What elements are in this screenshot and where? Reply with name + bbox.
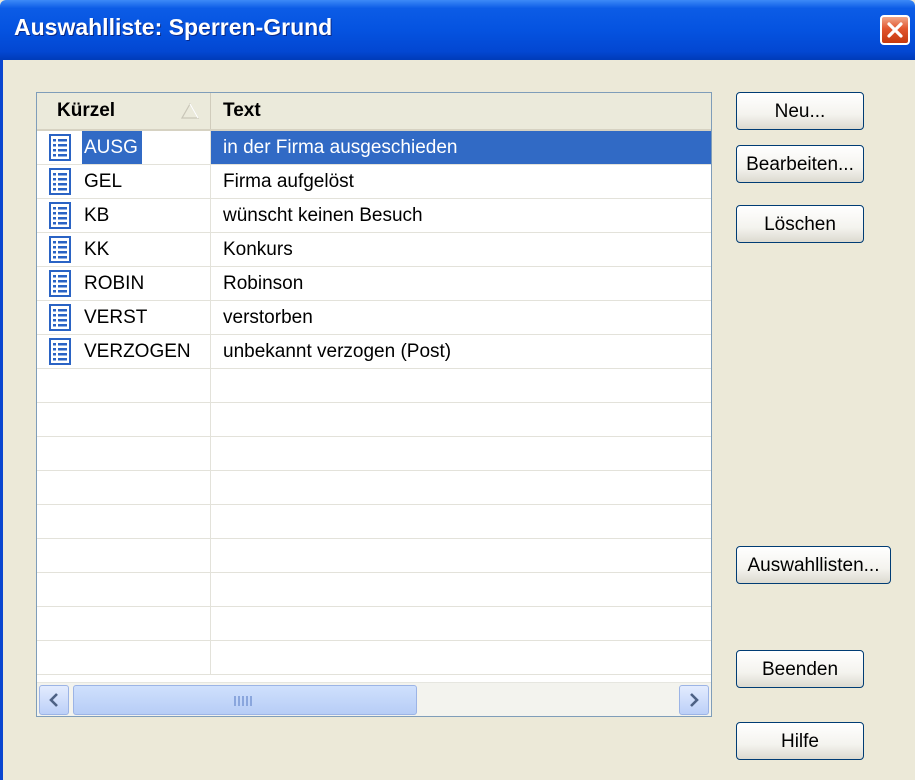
cell-kuerzel: ROBIN [37,267,211,300]
column-header-text[interactable]: Text [211,93,711,129]
empty-row [37,437,711,471]
scroll-left-button[interactable] [39,685,69,715]
cell-text: Firma aufgelöst [211,165,711,198]
cell-text: verstorben [211,301,711,334]
delete-button[interactable]: Löschen [736,205,864,243]
list-rows: AUSG in der Firma ausgeschieden GEL Firm… [37,131,711,675]
close-icon [887,22,903,38]
text-value: Firma aufgelöst [223,171,354,192]
kuerzel-value: ROBIN [84,273,145,294]
cell-kuerzel: AUSG [37,131,211,164]
close-button[interactable] [880,15,910,45]
kuerzel-value: VERST [84,307,148,328]
cell-kuerzel: KB [37,199,211,232]
table-row[interactable]: ROBIN Robinson [37,267,711,301]
sort-ascending-icon [181,103,199,119]
cell-kuerzel: KK [37,233,211,266]
column-header-text-label: Text [223,100,261,121]
empty-row [37,505,711,539]
empty-row [37,607,711,641]
empty-row [37,369,711,403]
selection-list[interactable]: Kürzel Text AUSG in der Firma ausgeschie… [36,92,712,717]
title-bar: Auswahlliste: Sperren-Grund [0,0,915,60]
empty-cell [37,471,211,504]
column-header-kuerzel[interactable]: Kürzel [37,93,211,129]
table-row[interactable]: AUSG in der Firma ausgeschieden [37,131,711,165]
cell-text: wünscht keinen Besuch [211,199,711,232]
text-value: wünscht keinen Besuch [223,205,423,226]
selection-lists-button[interactable]: Auswahllisten... [736,546,891,584]
scroll-right-button[interactable] [679,685,709,715]
edit-button[interactable]: Bearbeiten... [736,145,864,183]
kuerzel-value: GEL [84,171,123,192]
kuerzel-value: AUSG [82,131,142,164]
kuerzel-value: VERZOGEN [84,341,191,362]
empty-cell [37,573,211,606]
table-row[interactable]: GEL Firma aufgelöst [37,165,711,199]
text-value: Konkurs [223,239,293,260]
cell-text: in der Firma ausgeschieden [211,131,711,164]
table-row[interactable]: VERST verstorben [37,301,711,335]
table-row[interactable]: KK Konkurs [37,233,711,267]
text-value: Robinson [223,273,304,294]
horizontal-scrollbar[interactable] [37,682,711,716]
text-value: unbekannt verzogen (Post) [223,341,452,362]
empty-row [37,573,711,607]
empty-cell [37,403,211,436]
empty-cell [37,641,211,674]
cell-kuerzel: GEL [37,165,211,198]
cell-kuerzel: VERST [37,301,211,334]
empty-cell [37,369,211,402]
empty-row [37,641,711,675]
empty-row [37,403,711,437]
empty-cell [37,437,211,470]
list-document-icon [49,270,71,297]
new-button[interactable]: Neu... [736,92,864,130]
list-document-icon [49,168,71,195]
window-title: Auswahlliste: Sperren-Grund [14,14,333,40]
column-header-kuerzel-label: Kürzel [57,100,116,121]
empty-row [37,539,711,573]
list-document-icon [49,134,71,161]
kuerzel-value: KB [84,205,110,226]
cell-kuerzel: VERZOGEN [37,335,211,368]
cell-text: Konkurs [211,233,711,266]
scroll-thumb[interactable] [73,685,417,715]
scroll-grip-icon [234,696,254,706]
empty-row [37,471,711,505]
arrow-right-icon [690,693,699,707]
help-button[interactable]: Hilfe [736,722,864,760]
empty-cell [37,607,211,640]
empty-cell [37,505,211,538]
empty-cell [37,539,211,572]
cell-text: unbekannt verzogen (Post) [211,335,711,368]
kuerzel-value: KK [84,239,110,260]
table-row[interactable]: VERZOGEN unbekannt verzogen (Post) [37,335,711,369]
cell-text: Robinson [211,267,711,300]
list-document-icon [49,304,71,331]
table-row[interactable]: KB wünscht keinen Besuch [37,199,711,233]
list-header: Kürzel Text [37,93,711,131]
quit-button[interactable]: Beenden [736,650,864,688]
list-document-icon [49,338,71,365]
text-value: in der Firma ausgeschieden [223,137,458,158]
text-value: verstorben [223,307,313,328]
list-document-icon [49,236,71,263]
arrow-left-icon [49,693,58,707]
list-document-icon [49,202,71,229]
